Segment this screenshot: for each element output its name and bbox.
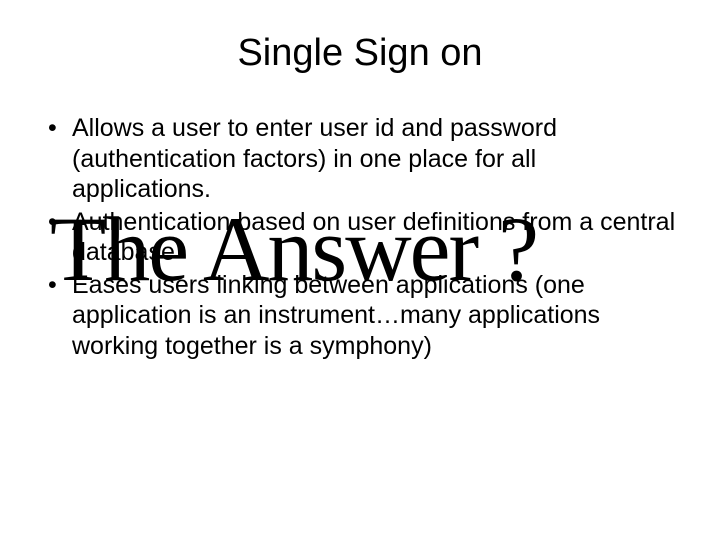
bullet-item: Authentication based on user definitions… [48,207,680,268]
bullet-item: Allows a user to enter user id and passw… [48,113,680,205]
slide-container: Single Sign on Allows a user to enter us… [0,0,720,540]
bullet-list: Allows a user to enter user id and passw… [40,113,680,361]
slide-title: Single Sign on [40,32,680,75]
bullet-item: Eases users linking between applications… [48,270,680,362]
